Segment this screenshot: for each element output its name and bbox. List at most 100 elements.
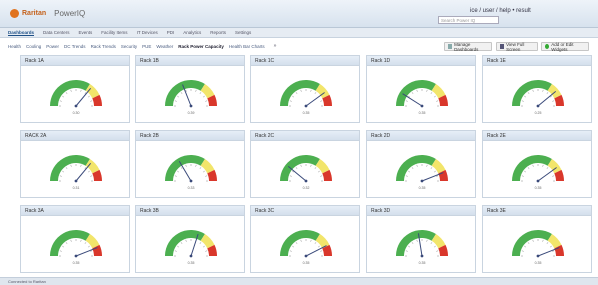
gauge-green-band xyxy=(512,155,552,182)
nav-item-analytics[interactable]: Analytics xyxy=(183,30,201,35)
gauge-widget[interactable]: RACK 2A 0.31 xyxy=(20,130,130,198)
gauge-tick xyxy=(295,242,298,245)
nav-item-reports[interactable]: Reports xyxy=(210,30,226,35)
gauge-tick xyxy=(185,89,187,92)
gauge-needle xyxy=(305,92,325,107)
gauge-yellow-band xyxy=(315,84,330,99)
gauge-title: Rack 1B xyxy=(136,56,244,66)
tab-weather[interactable]: Weather xyxy=(156,44,173,49)
gauge-widget[interactable]: Rack 3D 0.35 xyxy=(366,205,476,273)
nav-item-facility-items[interactable]: Facility Items xyxy=(101,30,127,35)
tab-rack-power-capacity[interactable]: Rack Power Capacity xyxy=(178,44,224,49)
tab-pue[interactable]: PUE xyxy=(142,44,151,49)
user-links[interactable]: ice / user / help • result xyxy=(470,8,531,14)
gauge-widget[interactable]: Rack 2E 0.35 xyxy=(482,130,592,198)
gauge-tick xyxy=(205,175,208,177)
gauge-value-readout: 0.35 xyxy=(188,261,195,265)
fullscreen-icon xyxy=(500,44,505,49)
gauge-dial: 0.35 xyxy=(280,80,332,115)
gauge-dial: 0.35 xyxy=(396,80,448,115)
more-tabs-icon[interactable]: » xyxy=(274,43,277,49)
nav-item-settings[interactable]: Settings xyxy=(235,30,251,35)
gauge-widget[interactable]: Rack 3E 0.35 xyxy=(482,205,592,273)
gauge-yellow-band xyxy=(315,159,330,174)
view-full-screen-button[interactable]: View Full Screen xyxy=(496,42,538,52)
gauge-tick xyxy=(177,95,180,98)
gauge-value-readout: 0.30 xyxy=(73,111,80,115)
gauge-yellow-band xyxy=(315,234,330,249)
gauge-tick xyxy=(90,100,93,102)
gauge-tick xyxy=(87,95,90,98)
gauge-tick xyxy=(65,167,68,170)
nav-item-events[interactable]: Events xyxy=(79,30,93,35)
tab-security[interactable]: Security xyxy=(121,44,137,49)
gauge-dial: 0.33 xyxy=(165,155,217,190)
gauge-tick xyxy=(408,245,411,248)
gauge-title: Rack 2C xyxy=(251,131,359,141)
gauge-dial: 0.31 xyxy=(50,155,102,190)
gauge-widget[interactable]: Rack 2B 0.33 xyxy=(135,130,245,198)
gauge-tick xyxy=(436,100,439,102)
tab-power[interactable]: Power xyxy=(46,44,59,49)
nav-item-it-devices[interactable]: IT Devices xyxy=(137,30,158,35)
gauge-widget[interactable]: Rack 2D 0.35 xyxy=(366,130,476,198)
gauge-tick xyxy=(195,164,197,167)
gauge-widget[interactable]: Rack 2C 0.32 xyxy=(250,130,360,198)
app-header: Raritan PowerIQ ice / user / help • resu… xyxy=(0,0,598,28)
gauge-tick xyxy=(185,239,187,242)
gauge-widget[interactable]: Rack 3C 0.35 xyxy=(250,205,360,273)
gauge-widget[interactable]: Rack 1D 0.35 xyxy=(366,55,476,123)
status-bar: Connected to Raritan xyxy=(0,277,598,285)
add-edit-widgets-button[interactable]: Add or Edit Widgets xyxy=(541,42,589,52)
gauge-widget[interactable]: Rack 3A 0.35 xyxy=(20,205,130,273)
gauge-tick xyxy=(527,92,530,95)
gauge-tick xyxy=(59,250,62,252)
gauge-dial: 0.30 xyxy=(50,80,102,115)
tab-cooling[interactable]: Cooling xyxy=(26,44,41,49)
raritan-logo-icon xyxy=(10,9,19,18)
tab-health[interactable]: Health xyxy=(8,44,21,49)
gauge-green-band xyxy=(396,230,436,257)
gauge-title: Rack 1E xyxy=(483,56,591,66)
gauge-hub xyxy=(189,104,193,108)
tab-health-bar-charts[interactable]: Health Bar Charts xyxy=(229,44,265,49)
nav-item-dashboards[interactable]: Dashboards xyxy=(8,30,35,36)
search-input[interactable]: Search Power IQ xyxy=(438,16,499,24)
gauge-widget[interactable]: Rack 1B 0.39 xyxy=(135,55,245,123)
gauge-value-readout: 0.31 xyxy=(73,186,80,190)
gauge-value-readout: 0.35 xyxy=(419,186,426,190)
gauge-tick xyxy=(195,89,197,92)
gauge-tick xyxy=(314,92,317,95)
manage-dashboards-button[interactable]: Manage Dashboards xyxy=(444,42,492,52)
gauge-tick xyxy=(411,242,414,245)
gauge-tick xyxy=(416,239,418,242)
gauge-tick xyxy=(174,100,177,102)
gauge-tick xyxy=(320,100,323,102)
gauge-dial: 0.35 xyxy=(396,230,448,265)
gauge-tick xyxy=(552,175,555,177)
nav-item-data-centers[interactable]: Data Centers xyxy=(43,30,70,35)
gauge-tick xyxy=(314,242,317,245)
gauge-tick xyxy=(433,170,436,173)
gauge-tick xyxy=(549,245,552,248)
gauge-tick xyxy=(436,175,439,177)
nav-item-pdi[interactable]: PDI xyxy=(167,30,175,35)
gauge-tick xyxy=(177,170,180,173)
gauge-tick xyxy=(405,175,408,177)
tab-rack-trends[interactable]: Rack Trends xyxy=(91,44,116,49)
logo[interactable]: Raritan PowerIQ xyxy=(10,9,85,18)
gauge-widget[interactable]: Rack 3B 0.35 xyxy=(135,205,245,273)
gauge-tick xyxy=(405,250,408,252)
gauge-widget[interactable]: Rack 1E 0.25 xyxy=(482,55,592,123)
gauge-tick xyxy=(174,175,177,177)
gauge-red-band xyxy=(92,169,102,182)
gauge-widget[interactable]: Rack 1A 0.30 xyxy=(20,55,130,123)
product-name: PowerIQ xyxy=(54,9,86,18)
gauge-tick xyxy=(300,164,302,167)
gauge-hub xyxy=(536,104,540,108)
gauge-yellow-band xyxy=(200,234,215,249)
gauge-widget[interactable]: Rack 1C 0.35 xyxy=(250,55,360,123)
tab-dc-trends[interactable]: DC Trends xyxy=(64,44,86,49)
gauge-tick xyxy=(70,164,72,167)
gauge-tick xyxy=(289,100,292,102)
